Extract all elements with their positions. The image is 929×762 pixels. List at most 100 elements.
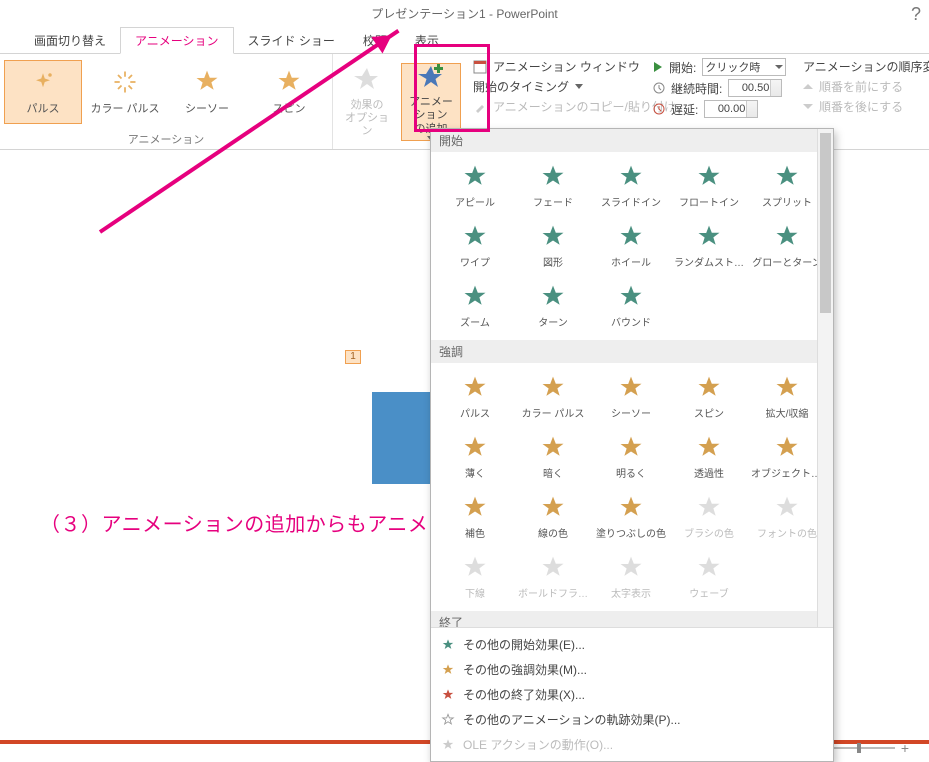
animation-effect-item[interactable]: ターン xyxy=(515,276,591,336)
animation-effect-item[interactable]: パルス xyxy=(437,367,513,427)
star-icon xyxy=(275,68,303,96)
play-icon xyxy=(653,62,663,72)
star-icon xyxy=(773,434,801,462)
animation-effect-item[interactable]: 薄く xyxy=(437,427,513,487)
clock-icon xyxy=(653,103,665,115)
star-icon xyxy=(617,494,645,522)
dropdown-section-header: 開始 xyxy=(431,129,833,152)
animation-effect-item: 下線 xyxy=(437,547,513,607)
star-icon xyxy=(695,163,723,191)
star-icon xyxy=(461,494,489,522)
star-icon xyxy=(695,223,723,251)
tab-animations[interactable]: アニメーション xyxy=(120,27,234,54)
animation-effect-item[interactable]: オブジェクト … xyxy=(749,427,825,487)
clock-icon xyxy=(653,82,665,94)
star-icon xyxy=(773,163,801,191)
star-icon xyxy=(441,738,455,752)
animation-effect-item[interactable]: スプリット xyxy=(749,156,825,216)
animation-effect-item[interactable]: ランダムスト… xyxy=(671,216,747,276)
star-icon xyxy=(29,68,57,96)
start-select[interactable]: クリック時 xyxy=(702,58,786,76)
star-icon xyxy=(441,638,455,652)
star-icon xyxy=(539,494,567,522)
star-icon xyxy=(441,663,455,677)
ribbon-tabs: 画面切り替え アニメーション スライド ショー 校閲 表示 xyxy=(0,28,929,54)
star-icon xyxy=(617,374,645,402)
animation-gallery-item[interactable]: スピン xyxy=(250,60,328,124)
animation-effect-item[interactable]: バウンド xyxy=(593,276,669,336)
duration-label: 継続時間: xyxy=(671,80,722,97)
animation-effect-item[interactable]: シーソー xyxy=(593,367,669,427)
animation-effect-item[interactable]: フェード xyxy=(515,156,591,216)
star-icon xyxy=(193,68,221,96)
star-icon xyxy=(539,434,567,462)
animation-effect-item[interactable]: 塗りつぶしの色 xyxy=(593,487,669,547)
zoom-slider[interactable] xyxy=(825,747,895,749)
tab-transitions[interactable]: 画面切り替え xyxy=(20,28,120,53)
animation-effect-item[interactable]: 補色 xyxy=(437,487,513,547)
animation-effect-item[interactable]: カラー パルス xyxy=(515,367,591,427)
chevron-down-icon xyxy=(575,84,583,89)
move-later-button: 順番を後にする xyxy=(803,98,929,115)
chevron-down-icon xyxy=(803,102,813,112)
star-icon xyxy=(461,554,489,582)
zoom-in-button[interactable]: + xyxy=(901,740,909,756)
star-icon xyxy=(695,494,723,522)
animation-order-tag[interactable]: 1 xyxy=(345,350,361,364)
more-effects-link[interactable]: その他の開始効果(E)... xyxy=(431,632,833,657)
animation-effect-item[interactable]: ホイール xyxy=(593,216,669,276)
star-icon xyxy=(351,65,383,97)
star-icon xyxy=(461,434,489,462)
star-icon xyxy=(617,223,645,251)
dropdown-section-header: 終了 xyxy=(431,611,833,627)
more-effects-link[interactable]: その他の終了効果(X)... xyxy=(431,682,833,707)
star-icon xyxy=(539,223,567,251)
more-effects-link[interactable]: その他のアニメーションの軌跡効果(P)... xyxy=(431,707,833,732)
animation-effect-item[interactable]: 拡大/収縮 xyxy=(749,367,825,427)
effect-options-button: 効果の オプション xyxy=(337,63,397,141)
animation-effect-item[interactable]: 線の色 xyxy=(515,487,591,547)
star-icon xyxy=(461,163,489,191)
star-icon xyxy=(111,68,139,96)
animation-effect-item[interactable]: 暗く xyxy=(515,427,591,487)
star-icon xyxy=(617,163,645,191)
animation-effect-item[interactable]: 明るく xyxy=(593,427,669,487)
group-label-animation: アニメーション xyxy=(0,129,332,149)
animation-gallery-item[interactable]: シーソー xyxy=(168,60,246,124)
more-effects-link[interactable]: その他の強調効果(M)... xyxy=(431,657,833,682)
star-icon xyxy=(441,713,455,727)
trigger-button[interactable]: 開始のタイミング xyxy=(473,78,637,95)
dropdown-scrollbar[interactable] xyxy=(817,129,833,627)
star-icon xyxy=(539,374,567,402)
star-icon xyxy=(617,554,645,582)
animation-effect-item[interactable]: スライドイン xyxy=(593,156,669,216)
move-earlier-button: 順番を前にする xyxy=(803,78,929,95)
tab-slideshow[interactable]: スライド ショー xyxy=(234,28,349,53)
reorder-title: アニメーションの順序変更 xyxy=(803,58,929,75)
animation-effect-item[interactable]: アピール xyxy=(437,156,513,216)
star-icon xyxy=(695,374,723,402)
animation-effect-item[interactable]: フロートイン xyxy=(671,156,747,216)
animation-effect-item: 太字表示 xyxy=(593,547,669,607)
animation-gallery-item[interactable]: パルス xyxy=(4,60,82,124)
animation-effect-item[interactable]: ワイプ xyxy=(437,216,513,276)
help-icon[interactable]: ? xyxy=(911,0,921,28)
star-icon xyxy=(773,223,801,251)
title-bar: プレゼンテーション1 - PowerPoint ? xyxy=(0,0,929,28)
duration-input[interactable]: 00.50 xyxy=(728,79,782,97)
animation-painter-button: アニメーションのコピー/貼り付け xyxy=(473,98,637,115)
more-effects-link: OLE アクションの動作(O)... xyxy=(431,732,833,757)
animation-effect-item[interactable]: ズーム xyxy=(437,276,513,336)
pane-icon xyxy=(473,60,487,74)
animation-effect-item[interactable]: 透過性 xyxy=(671,427,747,487)
tab-view[interactable]: 表示 xyxy=(401,28,453,53)
animation-gallery-item[interactable]: カラー パルス xyxy=(86,60,164,124)
delay-input[interactable]: 00.00 xyxy=(704,100,758,118)
animation-effect-item[interactable]: グローとターン xyxy=(749,216,825,276)
animation-effect-item[interactable]: 図形 xyxy=(515,216,591,276)
chevron-up-icon xyxy=(803,82,813,92)
animation-effect-item[interactable]: スピン xyxy=(671,367,747,427)
animation-pane-button[interactable]: アニメーション ウィンドウ xyxy=(473,58,637,75)
delay-label: 遅延: xyxy=(671,101,698,118)
star-icon xyxy=(539,163,567,191)
